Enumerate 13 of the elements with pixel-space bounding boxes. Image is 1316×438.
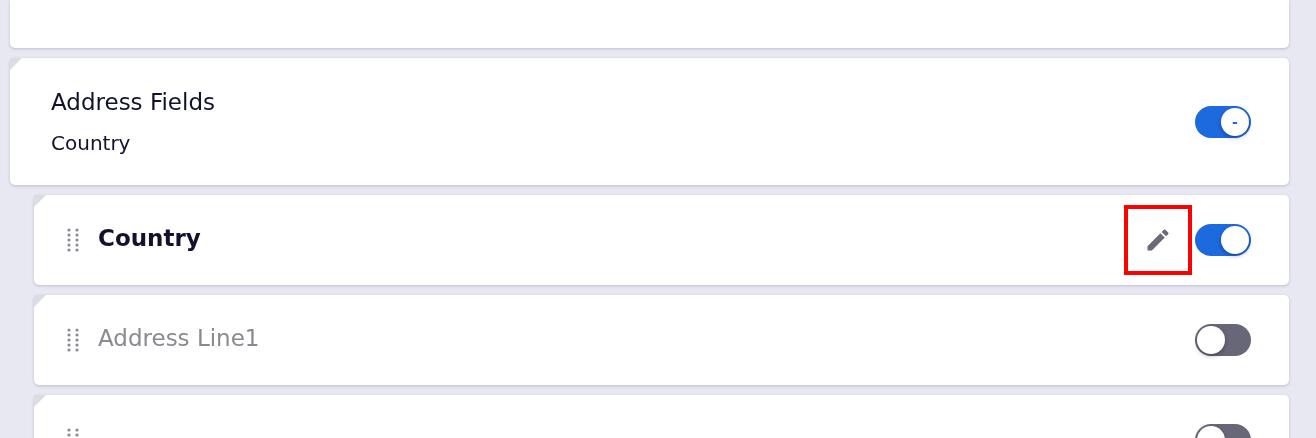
field-label: Address Line1 [98,325,260,351]
group-subtitle: Country [51,130,132,155]
group-title: Address Fields [51,88,216,115]
toggle-switch[interactable] [1195,224,1251,256]
field-label: Country [98,225,201,251]
toggle-switch[interactable] [1195,324,1251,356]
corner-mark [34,395,46,407]
drag-handle-icon[interactable] [67,328,79,352]
corner-mark [34,295,46,307]
corner-mark [34,195,46,207]
toggle-switch[interactable]: - [1195,105,1251,138]
corner-mark [10,58,22,70]
drag-handle-icon[interactable] [67,228,79,252]
